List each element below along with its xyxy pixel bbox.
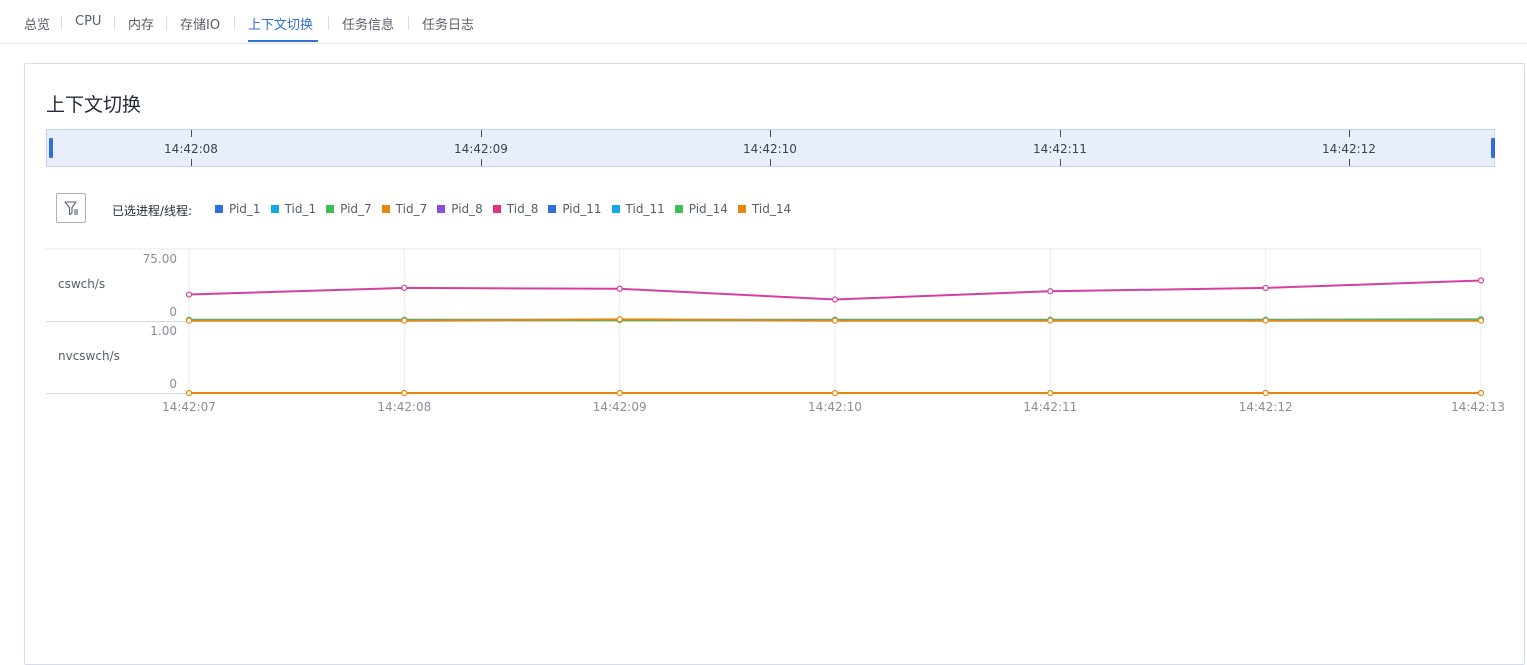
x-tick-label: 14:42:11 <box>1023 400 1077 414</box>
x-tick-label: 14:42:13 <box>1451 400 1505 414</box>
data-point <box>187 391 192 396</box>
data-point <box>1048 318 1053 323</box>
y-tick-label: 75.00 <box>143 252 177 266</box>
data-point <box>1263 318 1268 323</box>
y-axis-label: cswch/s <box>58 277 105 291</box>
y-tick-label: 0 <box>169 377 177 391</box>
x-tick-label: 14:42:12 <box>1239 400 1293 414</box>
y-axis-label: nvcswch/s <box>58 349 120 363</box>
x-tick-label: 14:42:07 <box>162 400 216 414</box>
data-point <box>187 292 192 297</box>
data-point <box>617 391 622 396</box>
data-point <box>1479 318 1484 323</box>
data-point <box>1048 391 1053 396</box>
data-point <box>617 317 622 322</box>
context-switch-chart: 75.00 0 cswch/s 1.00 0 nvcswch/s 14:42:07 14:42… <box>0 0 1527 647</box>
data-point <box>833 391 838 396</box>
data-point <box>402 285 407 290</box>
x-tick-label: 14:42:08 <box>377 400 431 414</box>
x-tick-label: 14:42:10 <box>808 400 862 414</box>
data-point <box>833 297 838 302</box>
data-point <box>1263 285 1268 290</box>
y-tick-label: 0 <box>169 305 177 319</box>
data-point <box>1479 391 1484 396</box>
data-point <box>833 318 838 323</box>
data-point <box>402 318 407 323</box>
data-point <box>1048 289 1053 294</box>
data-point <box>617 286 622 291</box>
x-tick-label: 14:42:09 <box>593 400 647 414</box>
data-point <box>1263 391 1268 396</box>
data-point <box>1479 278 1484 283</box>
data-point <box>402 391 407 396</box>
y-tick-label: 1.00 <box>150 324 177 338</box>
data-point <box>187 318 192 323</box>
